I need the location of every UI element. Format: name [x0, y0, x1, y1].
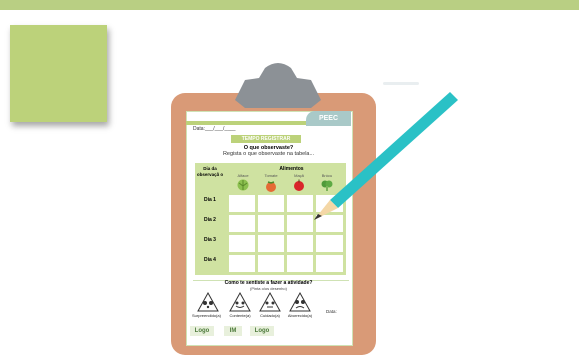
table-cell[interactable]: [258, 255, 284, 272]
table-cell[interactable]: [316, 255, 343, 272]
careful-face-icon[interactable]: [258, 292, 282, 312]
table-cell[interactable]: [229, 235, 255, 252]
table-cell[interactable]: [258, 195, 284, 212]
feelings-hint: (Pinta o/os desenho): [250, 286, 287, 291]
mood-label: Surpreendido(a): [192, 313, 221, 318]
mood-label: Aborrecido(a): [287, 313, 313, 318]
food-label: Tomate: [264, 173, 278, 178]
food-label: Alface: [237, 173, 249, 178]
day-header: Dia da observaçã o: [196, 166, 224, 177]
pencil-icon: [314, 92, 458, 220]
feelings-date-label: Data:: [326, 309, 337, 314]
decorative-speck: [383, 82, 419, 85]
footer-logo: Logo: [190, 326, 214, 336]
footer-logo: IM: [224, 326, 242, 336]
surprised-face-icon[interactable]: [196, 292, 220, 312]
row-label-day-4: Dia 4: [204, 257, 216, 263]
table-cell[interactable]: [229, 195, 255, 212]
footer-logos: Logo IM Logo: [188, 324, 348, 340]
table-cell[interactable]: [287, 255, 313, 272]
mood-label: Contente(a): [229, 313, 251, 318]
row-label-day-2: Dia 2: [204, 217, 216, 223]
happy-face-icon[interactable]: [228, 292, 252, 312]
table-cell[interactable]: [258, 215, 284, 232]
top-decorative-band: [0, 0, 579, 10]
green-square-card: [10, 25, 107, 122]
lettuce-icon: [237, 179, 249, 191]
title-pill: TEMPO REGISTRAR: [231, 135, 301, 143]
date-line: Data:___/___/____: [193, 126, 236, 132]
footer-logo: Logo: [250, 326, 274, 336]
bored-face-icon[interactable]: [288, 292, 312, 312]
tomato-icon: [266, 181, 276, 192]
table-cell[interactable]: [229, 215, 255, 232]
row-label-day-1: Dia 1: [204, 197, 216, 203]
row-label-day-3: Dia 3: [204, 237, 216, 243]
table-cell[interactable]: [316, 235, 343, 252]
mood-label: Cuidado(a): [260, 313, 280, 318]
table-cell[interactable]: [258, 235, 284, 252]
table-cell[interactable]: [287, 235, 313, 252]
table-cell[interactable]: [229, 255, 255, 272]
